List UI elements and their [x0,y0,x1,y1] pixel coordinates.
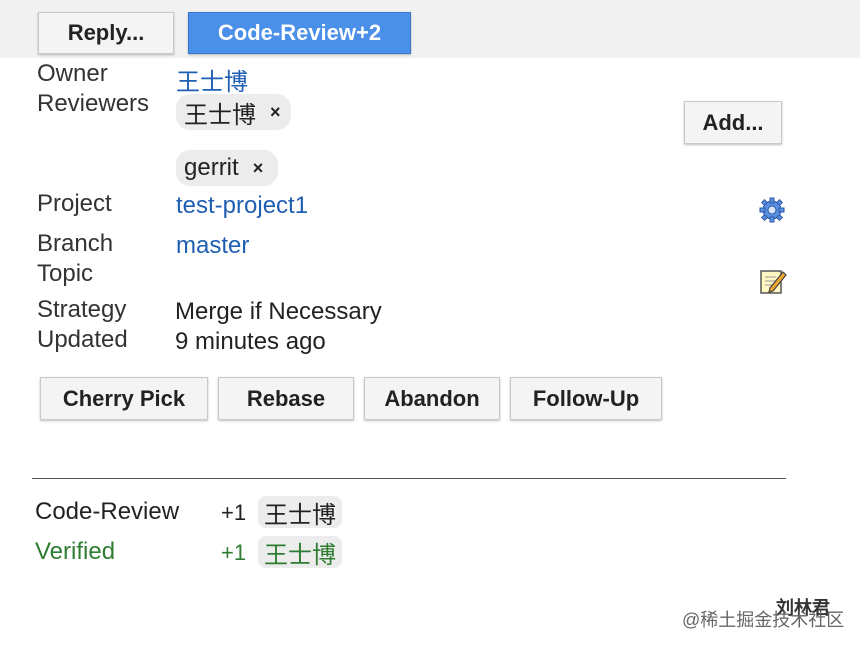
rebase-button[interactable]: Rebase [218,377,354,420]
add-reviewer-button[interactable]: Add... [684,101,782,144]
reviewer-chip: 王士博 × [176,94,291,130]
gear-icon[interactable] [758,196,786,224]
watermark-site: @稀土掘金技术社区 [682,610,845,630]
vote-user-chip: 王士博 [258,536,342,569]
remove-reviewer-icon[interactable]: × [253,158,264,179]
project-label: Project [37,190,112,217]
abandon-button[interactable]: Abandon [364,377,500,420]
edit-icon[interactable] [758,266,788,296]
vote-value-verified: +1 [221,540,247,565]
reviewer-name[interactable]: gerrit [184,154,239,182]
strategy-value: Merge if Necessary [175,298,382,325]
remove-reviewer-icon[interactable]: × [270,102,281,123]
owner-link[interactable]: 王士博 [176,62,248,97]
strategy-label: Strategy [37,296,127,323]
reviewer-chip: gerrit × [176,150,278,186]
divider [32,478,786,479]
updated-value: 9 minutes ago [175,328,326,355]
branch-label: Branch [37,230,114,257]
updated-label: Updated [37,326,128,353]
vote-value-code-review: +1 [221,500,247,525]
owner-label: Owner [37,60,108,87]
reviewer-name[interactable]: 王士博 [184,95,256,130]
topic-label: Topic [37,260,94,287]
code-review-plus2-button[interactable]: Code-Review+2 [188,12,411,54]
branch-link[interactable]: master [176,232,249,260]
vote-label-code-review: Code-Review [35,498,180,525]
vote-user-chip: 王士博 [258,496,342,529]
reply-button[interactable]: Reply... [38,12,174,54]
follow-up-button[interactable]: Follow-Up [510,377,662,420]
vote-label-verified: Verified [35,538,116,565]
cherry-pick-button[interactable]: Cherry Pick [40,377,208,420]
reviewers-label: Reviewers [37,90,150,117]
project-link[interactable]: test-project1 [176,192,308,220]
